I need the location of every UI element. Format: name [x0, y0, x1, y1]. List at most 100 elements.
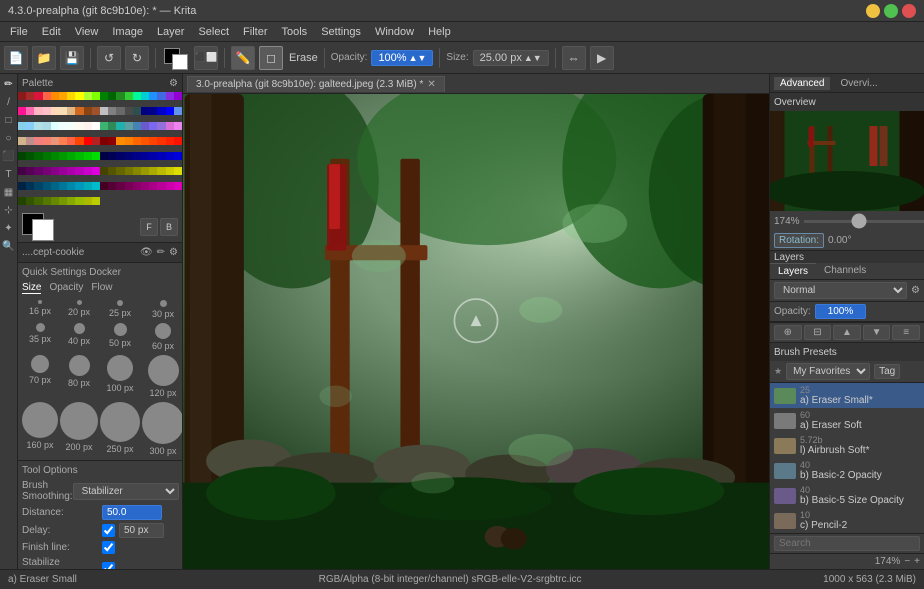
palette-color-cell[interactable]	[141, 167, 149, 175]
brush-size-item[interactable]: 200 px	[60, 400, 98, 456]
menu-window[interactable]: Window	[369, 24, 420, 40]
palette-color-cell[interactable]	[18, 122, 26, 130]
palette-color-cell[interactable]	[26, 122, 34, 130]
palette-color-cell[interactable]	[141, 182, 149, 190]
size-control[interactable]: 25.00 px ▲▼	[473, 50, 549, 66]
palette-color-cell[interactable]	[26, 92, 34, 100]
palette-mode-bg[interactable]: B	[160, 218, 178, 236]
opacity-stepper[interactable]: ▲▼	[409, 53, 427, 63]
canvas-tab-item[interactable]: 3.0-prealpha (git 8c9b10e): galteed.jpeg…	[187, 76, 445, 92]
palette-color-cell[interactable]	[92, 122, 100, 130]
palette-color-cell[interactable]	[34, 182, 42, 190]
blend-mode-select[interactable]: Normal Multiply Screen Overlay	[774, 282, 907, 299]
palette-color-cell[interactable]	[141, 152, 149, 160]
save-button[interactable]: 💾	[60, 46, 84, 70]
swatch-container[interactable]	[22, 213, 56, 241]
menu-select[interactable]: Select	[192, 24, 235, 40]
palette-color-cell[interactable]	[125, 92, 133, 100]
palette-color-cell[interactable]	[51, 152, 59, 160]
palette-color-cell[interactable]	[92, 92, 100, 100]
brush-search-input[interactable]	[774, 536, 920, 551]
tool-eyedropper[interactable]: ✦	[1, 220, 17, 236]
palette-color-cell[interactable]	[133, 92, 141, 100]
qs-tab-size[interactable]: Size	[22, 282, 41, 294]
palette-color-cell[interactable]	[67, 167, 75, 175]
palette-color-cell[interactable]	[92, 167, 100, 175]
palette-color-cell[interactable]	[166, 122, 174, 130]
palette-color-cell[interactable]	[59, 137, 67, 145]
palette-color-cell[interactable]	[26, 182, 34, 190]
palette-color-cell[interactable]	[59, 182, 67, 190]
palette-color-cell[interactable]	[26, 167, 34, 175]
palette-color-cell[interactable]	[51, 107, 59, 115]
palette-color-cell[interactable]	[141, 137, 149, 145]
brush-preset-item[interactable]: 5.72bl) Airbrush Soft*	[770, 433, 924, 458]
palette-color-cell[interactable]	[125, 182, 133, 190]
palette-color-cell[interactable]	[67, 197, 75, 205]
distance-input[interactable]	[102, 505, 162, 520]
redo-button[interactable]: ↻	[125, 46, 149, 70]
palette-color-cell[interactable]	[84, 167, 92, 175]
palette-color-cell[interactable]	[34, 152, 42, 160]
palette-color-cell[interactable]	[67, 152, 75, 160]
menu-tools[interactable]: Tools	[276, 24, 314, 40]
menu-view[interactable]: View	[69, 24, 105, 40]
palette-color-cell[interactable]	[100, 182, 108, 190]
palette-color-cell[interactable]	[108, 167, 116, 175]
palette-color-cell[interactable]	[125, 152, 133, 160]
palette-color-cell[interactable]	[18, 197, 26, 205]
palette-color-cell[interactable]	[157, 182, 165, 190]
palette-color-cell[interactable]	[92, 107, 100, 115]
finish-line-checkbox[interactable]	[102, 541, 115, 554]
brush-size-item[interactable]: 100 px	[100, 353, 140, 398]
brush-size-item[interactable]: 80 px	[60, 353, 98, 398]
palette-color-cell[interactable]	[125, 107, 133, 115]
erase-mode-button[interactable]: ◻	[259, 46, 283, 70]
palette-color-cell[interactable]	[108, 137, 116, 145]
layer-up-button[interactable]: ▲	[833, 325, 861, 340]
brush-zoom-increase-icon[interactable]: +	[914, 556, 920, 567]
menu-layer[interactable]: Layer	[151, 24, 191, 40]
palette-color-cell[interactable]	[34, 137, 42, 145]
palette-color-cell[interactable]	[125, 137, 133, 145]
tool-transform[interactable]: ⊹	[1, 202, 17, 218]
palette-color-cell[interactable]	[166, 107, 174, 115]
palette-color-cell[interactable]	[34, 167, 42, 175]
brush-size-item[interactable]: 25 px	[100, 298, 140, 319]
palette-color-cell[interactable]	[108, 92, 116, 100]
palette-color-cell[interactable]	[133, 122, 141, 130]
palette-color-cell[interactable]	[116, 92, 124, 100]
palette-color-cell[interactable]	[116, 182, 124, 190]
brush-preset-item[interactable]: 25a) Eraser Small*	[770, 383, 924, 408]
layer-add-button[interactable]: ⊕	[774, 325, 802, 340]
palette-color-cell[interactable]	[166, 152, 174, 160]
adv-color-tab[interactable]: Advanced	[774, 77, 830, 90]
tool-zoom[interactable]: 🔍	[1, 238, 17, 254]
palette-color-cell[interactable]	[59, 92, 67, 100]
minimize-button[interactable]	[866, 4, 880, 18]
tool-fill[interactable]: ⬛	[1, 148, 17, 164]
palette-color-cell[interactable]	[149, 92, 157, 100]
palette-color-cell[interactable]	[75, 92, 83, 100]
menu-settings[interactable]: Settings	[315, 24, 367, 40]
close-button[interactable]	[902, 4, 916, 18]
palette-color-cell[interactable]	[100, 137, 108, 145]
brush-size-item[interactable]: 250 px	[100, 400, 140, 456]
palette-color-cell[interactable]	[166, 182, 174, 190]
layer-menu-button[interactable]: ≡	[892, 325, 920, 340]
qs-tab-opacity[interactable]: Opacity	[49, 282, 83, 294]
palette-color-cell[interactable]	[51, 137, 59, 145]
brush-size-item[interactable]: 60 px	[142, 321, 183, 351]
brush-size-item[interactable]: 300 px	[142, 400, 183, 456]
palette-color-cell[interactable]	[75, 152, 83, 160]
palette-color-cell[interactable]	[174, 107, 182, 115]
palette-color-cell[interactable]	[141, 107, 149, 115]
palette-color-cell[interactable]	[133, 152, 141, 160]
layer-settings-icon[interactable]: ⚙	[169, 247, 178, 258]
palette-color-cell[interactable]	[157, 107, 165, 115]
palette-color-cell[interactable]	[67, 122, 75, 130]
layers-settings-icon[interactable]: ⚙	[911, 285, 920, 296]
delay-checkbox[interactable]	[102, 524, 115, 537]
palette-color-cell[interactable]	[157, 137, 165, 145]
palette-color-cell[interactable]	[67, 107, 75, 115]
